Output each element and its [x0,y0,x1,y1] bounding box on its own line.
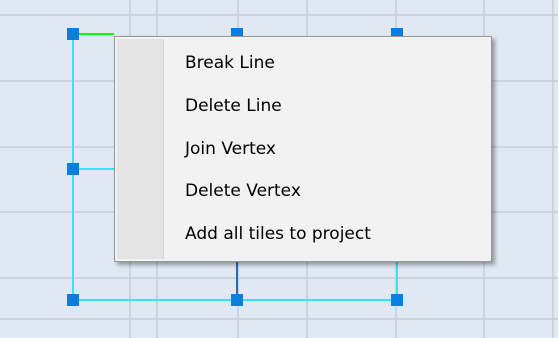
menu-item-delete-vertex[interactable]: Delete Vertex [117,171,489,211]
menu-item-label: Join Vertex [185,139,276,159]
menu-item-join-vertex[interactable]: Join Vertex [117,129,489,169]
vertex-handle[interactable] [391,294,403,306]
vertex-handle[interactable] [231,294,243,306]
vertex-handle[interactable] [67,163,79,175]
menu-item-label: Add all tiles to project [185,224,371,244]
menu-item-add-all-tiles[interactable]: Add all tiles to project [117,214,489,254]
menu-item-label: Delete Vertex [185,181,301,201]
vertex-handle[interactable] [67,28,79,40]
menu-item-label: Break Line [185,53,275,73]
context-menu: Break Line Delete Line Join Vertex Delet… [114,36,492,262]
menu-item-delete-line[interactable]: Delete Line [117,86,489,126]
menu-item-break-line[interactable]: Break Line [117,43,489,83]
vertex-handle[interactable] [67,294,79,306]
menu-item-label: Delete Line [185,96,282,116]
